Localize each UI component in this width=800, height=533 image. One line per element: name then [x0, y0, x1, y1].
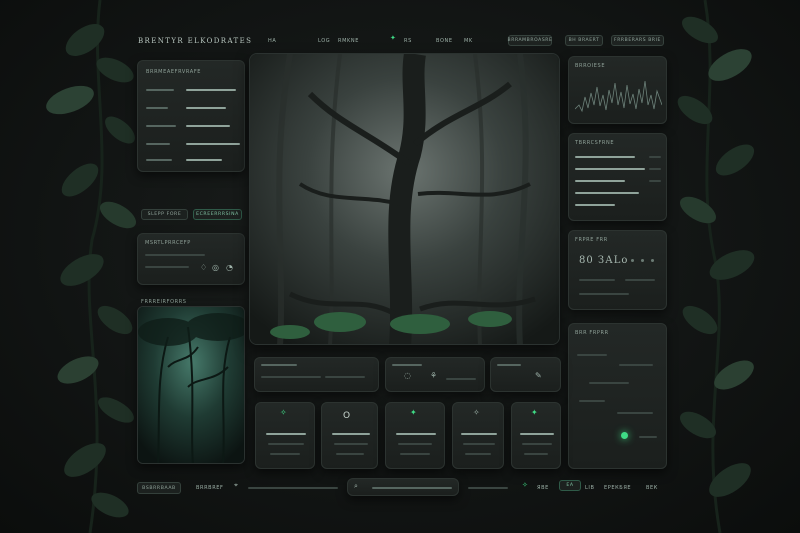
- sliders-title: TBRRCSFRNE: [575, 140, 615, 146]
- card-4-icon: ✧: [473, 408, 480, 417]
- right-slider-3[interactable]: [575, 180, 625, 182]
- right-slider-2[interactable]: [575, 168, 645, 170]
- footer-nav-5[interactable]: ВЕК: [646, 485, 658, 491]
- toolbar-item-2[interactable]: LOG: [318, 38, 330, 44]
- footer-search-bar[interactable]: ⌕: [347, 478, 459, 496]
- slider-4[interactable]: [186, 143, 240, 145]
- status-panel-1: [254, 357, 379, 392]
- waveform-panel: BRROIESE: [568, 56, 667, 124]
- location-marker[interactable]: [621, 432, 628, 439]
- controls-panel-title: BRRMEAEFRVRAFE: [146, 69, 202, 75]
- forest-hero-image[interactable]: [249, 53, 560, 345]
- footer-nav-3[interactable]: LIB: [585, 485, 595, 491]
- card-1-icon: ✧: [280, 408, 287, 417]
- gauge-icon[interactable]: ◎: [212, 264, 219, 272]
- status-panel-2: ◌ ⚘: [385, 357, 485, 392]
- secondary-button[interactable]: ECREERRRSINA: [193, 209, 242, 220]
- pin-icon[interactable]: ⌖: [234, 482, 238, 489]
- card-1[interactable]: ✧: [255, 402, 315, 469]
- slider-3[interactable]: [186, 125, 230, 127]
- right-vine-decoration: [677, 0, 755, 533]
- app-title: BRENTYR ELKODRATES: [138, 37, 253, 45]
- header-chip-2[interactable]: BH BRAERT: [565, 35, 603, 46]
- toolbar-item-4[interactable]: RS: [404, 38, 412, 44]
- header-chip-1[interactable]: BRRAMBROASRE: [508, 35, 552, 46]
- search-icon: ⌕: [354, 482, 358, 490]
- readout-value: 80 ЗАLо: [579, 255, 629, 266]
- header-chip-3[interactable]: FRRBERARS BRIE: [611, 35, 664, 46]
- bulb-icon[interactable]: ♢: [200, 264, 207, 272]
- mini-panel-title: MSRTLPRRCEFP: [145, 240, 191, 246]
- thumb-title: FRRREIRFORRS: [141, 299, 187, 305]
- footer-left-text: BRRBREF: [196, 485, 224, 491]
- right-slider-1[interactable]: [575, 156, 635, 158]
- card-5-icon: ✦: [531, 408, 538, 417]
- card-2[interactable]: O: [321, 402, 378, 469]
- pen-icon[interactable]: ✎: [535, 372, 542, 380]
- sprout-icon[interactable]: ⚘: [430, 372, 437, 380]
- toolbar-item-5[interactable]: BONE: [436, 38, 453, 44]
- status-panel-3: ✎: [490, 357, 561, 392]
- right-slider-5[interactable]: [575, 204, 615, 206]
- map-panel: BRR FRPRR: [568, 323, 667, 469]
- slider-1[interactable]: [186, 89, 236, 91]
- card-3-icon: ✦: [410, 408, 417, 417]
- card-3[interactable]: ✦: [385, 402, 445, 469]
- left-vine-decoration: [46, 0, 137, 533]
- sleep-button[interactable]: SLEPP FORE: [141, 209, 188, 220]
- slider-2[interactable]: [186, 107, 226, 109]
- card-5[interactable]: ✦: [511, 402, 561, 469]
- card-4[interactable]: ✧: [452, 402, 504, 469]
- waveform-title: BRROIESE: [575, 63, 606, 69]
- sliders-panel: TBRRCSFRNE: [568, 133, 667, 221]
- toolbar-item-3[interactable]: RMKNE: [338, 38, 359, 44]
- card-2-value: O: [343, 411, 351, 421]
- toolbar-item-6[interactable]: MK: [464, 38, 473, 44]
- mini-panel: MSRTLPRRCEFP ♢ ◎ ◔: [137, 233, 245, 285]
- map-title: BRR FRPRR: [575, 330, 609, 336]
- target-icon[interactable]: ◌: [404, 372, 411, 380]
- waveform-graph: [575, 80, 662, 113]
- controls-panel: BRRMEAEFRVRAFE: [137, 60, 245, 172]
- footer-left-button[interactable]: BSBRRBAAB: [137, 482, 181, 494]
- footer-nav-2[interactable]: ЕА: [559, 480, 581, 491]
- footer-nav-icon[interactable]: ✧: [522, 482, 528, 489]
- clock-icon[interactable]: ◔: [226, 264, 233, 272]
- forest-hero-canvas: [250, 54, 559, 344]
- footer-nav-1[interactable]: ЯВЕ: [537, 485, 549, 491]
- leaf-icon[interactable]: ✦: [390, 35, 396, 42]
- readout-panel: FRPRE FRR 80 ЗАLо: [568, 230, 667, 310]
- forest-thumbnail-image: [138, 307, 244, 463]
- readout-title: FRPRE FRR: [575, 237, 608, 243]
- forest-thumbnail[interactable]: [137, 306, 245, 464]
- right-slider-4[interactable]: [575, 192, 639, 194]
- footer-nav-4[interactable]: ЕРЕКБЯЕ: [604, 485, 631, 491]
- toolbar-item-1[interactable]: HA: [268, 38, 276, 44]
- slider-5[interactable]: [186, 159, 222, 161]
